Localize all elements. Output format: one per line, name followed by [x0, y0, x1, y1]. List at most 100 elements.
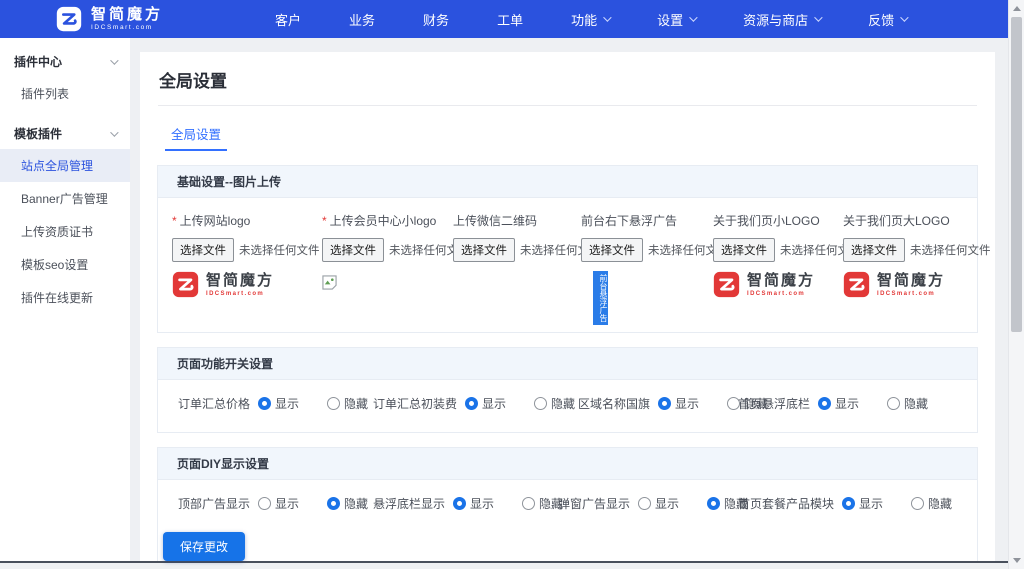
brand-title: 智简魔方 — [91, 7, 163, 22]
choose-file-button[interactable]: 选择文件 — [581, 238, 643, 262]
section-header: 基础设置--图片上传 — [158, 166, 977, 198]
sidebar-item-template-seo[interactable]: 模板seo设置 — [0, 248, 130, 281]
choose-file-button[interactable]: 选择文件 — [843, 238, 905, 262]
radio-icon — [258, 497, 271, 510]
tab-global-settings[interactable]: 全局设置 — [165, 117, 227, 151]
upload-field-about-large-logo: 关于我们页大LOGO 选择文件 未选择任何文件 智简魔方IDCSmart.com — [835, 212, 975, 317]
required-asterisk: * — [322, 214, 327, 228]
radio-show[interactable]: 显示 — [638, 495, 679, 512]
sidebar-group-plugin-center[interactable]: 插件中心 — [0, 38, 130, 77]
radio-show[interactable]: 显示 — [658, 395, 699, 412]
nav-item-feedback[interactable]: 反馈 — [844, 0, 930, 38]
logo-preview-image: 智简魔方IDCSmart.com — [843, 271, 975, 298]
broken-image-icon — [322, 275, 337, 290]
radio-hide[interactable]: 隐藏 — [522, 495, 563, 512]
upload-field-about-small-logo: 关于我们页小LOGO 选择文件 未选择任何文件 智简魔方IDCSmart.com — [705, 212, 835, 317]
radio-show[interactable]: 显示 — [465, 395, 506, 412]
toggle-home-floating-bar: 首页悬浮底栏 显示 隐藏 — [738, 395, 956, 412]
toggle-top-ad-display: 顶部广告显示 显示 隐藏 — [178, 495, 373, 512]
sidebar-item-plugin-list[interactable]: 插件列表 — [0, 77, 130, 110]
chevron-down-icon — [689, 13, 697, 21]
page-title: 全局设置 — [157, 52, 978, 105]
nav-item-business[interactable]: 业务 — [325, 0, 399, 38]
logo-preview-image: 智简魔方IDCSmart.com — [713, 271, 835, 298]
floating-ad-preview: 前台悬浮广告 — [593, 271, 608, 325]
radio-icon — [327, 497, 340, 510]
radio-icon — [887, 397, 900, 410]
nav-menu: 客户 业务 财务 工单 功能 设置 资源与商店 反馈 — [251, 0, 930, 38]
top-navbar: 智简魔方 IDCSmart.com 客户 业务 财务 工单 功能 设置 资源与商… — [0, 0, 1008, 38]
logo-preview-image: 智简魔方IDCSmart.com — [172, 271, 314, 298]
radio-show[interactable]: 显示 — [842, 495, 883, 512]
chevron-down-icon — [110, 128, 118, 136]
nav-item-customers[interactable]: 客户 — [251, 0, 325, 38]
nav-item-tickets[interactable]: 工单 — [473, 0, 547, 38]
radio-icon — [911, 497, 924, 510]
section-page-switches: 页面功能开关设置 订单汇总价格 显示 隐藏 订单汇总初装费 显示 隐藏 区域名称… — [157, 347, 978, 433]
choose-file-button[interactable]: 选择文件 — [713, 238, 775, 262]
radio-show[interactable]: 显示 — [258, 495, 299, 512]
sidebar-item-site-global-management[interactable]: 站点全局管理 — [0, 149, 130, 182]
divider — [158, 105, 977, 106]
section-header: 页面功能开关设置 — [158, 348, 977, 380]
section-header: 页面DIY显示设置 — [158, 448, 977, 480]
radio-show[interactable]: 显示 — [453, 495, 494, 512]
sidebar: 插件中心 插件列表 模板插件 站点全局管理 Banner广告管理 上传资质证书 … — [0, 38, 130, 569]
radio-icon — [453, 497, 466, 510]
radio-icon — [818, 397, 831, 410]
sidebar-item-upload-certificates[interactable]: 上传资质证书 — [0, 215, 130, 248]
scrollbar-up-arrow-icon[interactable] — [1013, 6, 1021, 11]
toggle-floating-bottom-bar-display: 悬浮底栏显示 显示 隐藏 — [373, 495, 558, 512]
sidebar-item-plugin-online-update[interactable]: 插件在线更新 — [0, 281, 130, 314]
chevron-down-icon — [900, 13, 908, 21]
nav-item-resources-store[interactable]: 资源与商店 — [719, 0, 844, 38]
brand-subtitle: IDCSmart.com — [91, 25, 163, 32]
choose-file-button[interactable]: 选择文件 — [172, 238, 234, 262]
upload-field-wechat-qrcode: 上传微信二维码 选择文件 未选择任何文件 — [445, 212, 573, 317]
toggle-order-summary-price: 订单汇总价格 显示 隐藏 — [178, 395, 373, 412]
save-changes-button[interactable]: 保存更改 — [163, 532, 245, 561]
tab-bar: 全局设置 — [157, 117, 978, 151]
radio-icon — [522, 497, 535, 510]
chevron-down-icon — [603, 13, 611, 21]
radio-hide[interactable]: 隐藏 — [327, 395, 368, 412]
upload-field-floating-ad: 前台右下悬浮广告 选择文件 未选择任何文件 前台悬浮广告 — [573, 212, 705, 317]
radio-show[interactable]: 显示 — [258, 395, 299, 412]
radio-icon — [465, 397, 478, 410]
radio-hide[interactable]: 隐藏 — [887, 395, 928, 412]
radio-hide[interactable]: 隐藏 — [327, 495, 368, 512]
toggle-region-name-flag: 区域名称国旗 显示 隐藏 — [578, 395, 738, 412]
choose-file-button[interactable]: 选择文件 — [453, 238, 515, 262]
section-image-upload: 基础设置--图片上传 *上传网站logo 选择文件 未选择任何文件 智简魔方ID… — [157, 165, 978, 333]
nav-item-finance[interactable]: 财务 — [399, 0, 473, 38]
window-bottom-edge — [0, 561, 1024, 569]
toggle-order-summary-setup-fee: 订单汇总初装费 显示 隐藏 — [373, 395, 578, 412]
logo-icon — [843, 271, 870, 298]
file-status: 未选择任何文件 — [239, 242, 320, 258]
upload-field-member-center-logo: *上传会员中心小logo 选择文件 未选择任何文件 — [314, 212, 445, 317]
nav-item-features[interactable]: 功能 — [547, 0, 633, 38]
radio-icon — [707, 497, 720, 510]
radio-hide[interactable]: 隐藏 — [911, 495, 952, 512]
radio-icon — [258, 397, 271, 410]
scrollbar-thumb[interactable] — [1011, 17, 1022, 332]
toggle-popup-ad-display: 弹窗广告显示 显示 隐藏 — [558, 495, 738, 512]
logo-icon — [713, 271, 740, 298]
radio-icon — [534, 397, 547, 410]
section-diy-display: 页面DIY显示设置 顶部广告显示 显示 隐藏 悬浮底栏显示 显示 隐藏 弹窗广告… — [157, 447, 978, 569]
sidebar-item-banner-ad-management[interactable]: Banner广告管理 — [0, 182, 130, 215]
nav-item-settings[interactable]: 设置 — [633, 0, 719, 38]
upload-field-site-logo: *上传网站logo 选择文件 未选择任何文件 智简魔方IDCSmart.com — [164, 212, 314, 317]
brand-logo[interactable]: 智简魔方 IDCSmart.com — [56, 6, 163, 32]
chevron-down-icon — [814, 13, 822, 21]
radio-hide[interactable]: 隐藏 — [534, 395, 575, 412]
file-status: 未选择任何文件 — [910, 242, 991, 258]
required-asterisk: * — [172, 214, 177, 228]
radio-show[interactable]: 显示 — [818, 395, 859, 412]
vertical-scrollbar[interactable] — [1008, 0, 1024, 569]
choose-file-button[interactable]: 选择文件 — [322, 238, 384, 262]
logo-icon — [172, 271, 199, 298]
scrollbar-down-arrow-icon[interactable] — [1013, 558, 1021, 563]
sidebar-group-template-plugins[interactable]: 模板插件 — [0, 110, 130, 149]
content-card: 全局设置 全局设置 基础设置--图片上传 *上传网站logo 选择文件 未选择任… — [140, 52, 995, 569]
